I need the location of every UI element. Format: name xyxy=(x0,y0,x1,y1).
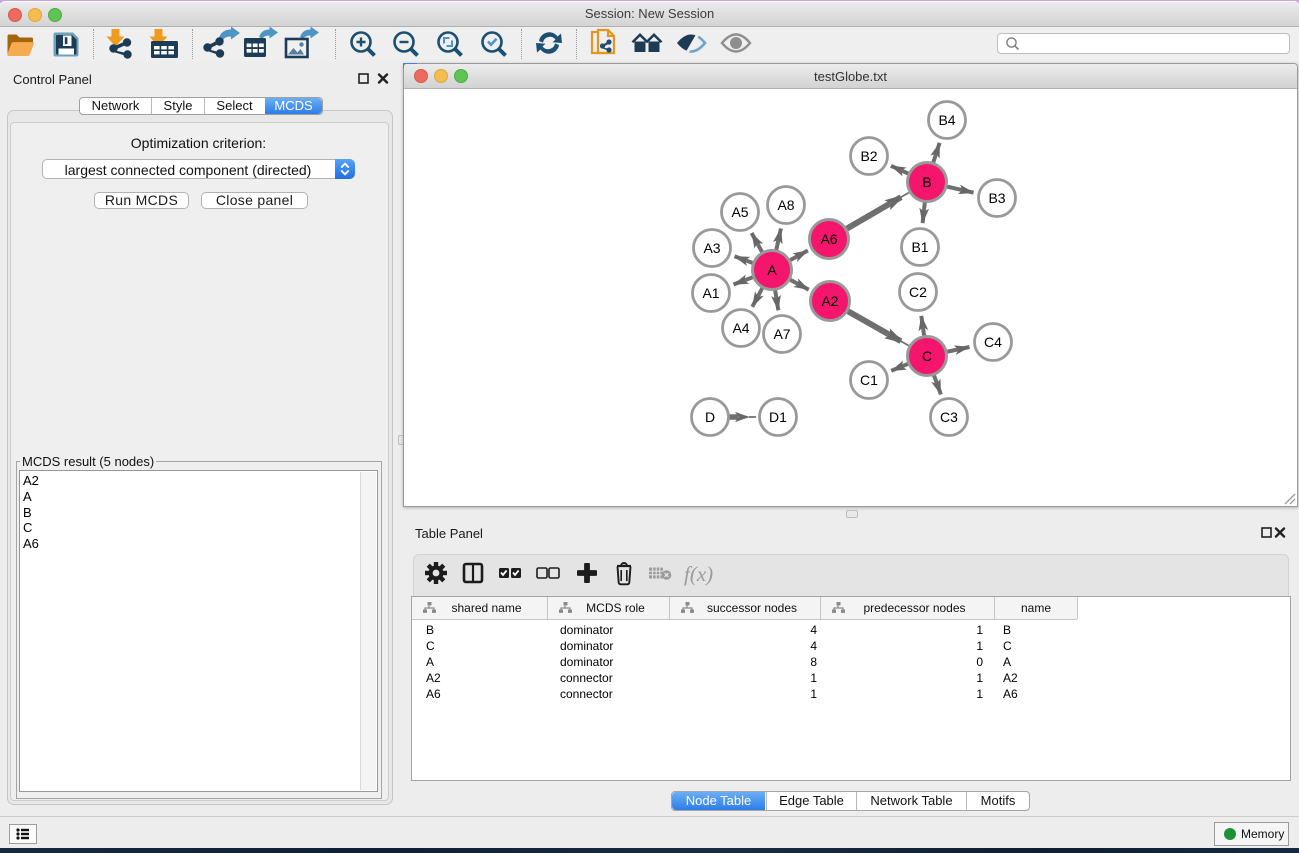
svg-text:C2: C2 xyxy=(909,284,927,300)
svg-text:A2: A2 xyxy=(821,293,838,309)
svg-text:C: C xyxy=(922,348,932,364)
svg-text:A3: A3 xyxy=(703,240,720,256)
svg-text:A4: A4 xyxy=(732,320,749,336)
svg-text:A1: A1 xyxy=(702,285,719,301)
svg-text:C4: C4 xyxy=(984,334,1002,350)
svg-text:B1: B1 xyxy=(911,239,928,255)
svg-text:B2: B2 xyxy=(860,148,877,164)
svg-text:A: A xyxy=(767,262,777,278)
svg-text:A7: A7 xyxy=(773,326,790,342)
svg-text:C3: C3 xyxy=(940,409,958,425)
svg-text:A8: A8 xyxy=(777,197,794,213)
svg-text:B4: B4 xyxy=(938,112,955,128)
svg-text:f(x): f(x) xyxy=(684,562,713,586)
svg-text:A5: A5 xyxy=(731,204,748,220)
svg-text:C1: C1 xyxy=(860,372,878,388)
svg-text:A6: A6 xyxy=(820,231,837,247)
svg-text:B3: B3 xyxy=(988,190,1005,206)
svg-text:D1: D1 xyxy=(769,409,787,425)
svg-text:D: D xyxy=(705,409,715,425)
svg-text:B: B xyxy=(922,174,931,190)
